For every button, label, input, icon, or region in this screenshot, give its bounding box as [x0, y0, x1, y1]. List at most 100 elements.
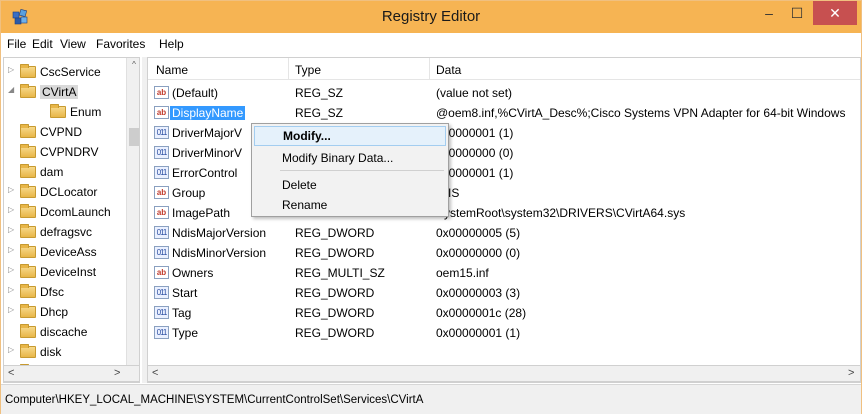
value-name: NdisMinorVersion: [172, 246, 267, 260]
scroll-thumb[interactable]: [129, 128, 139, 146]
list-row[interactable]: 011 NdisMinorVersion REG_DWORD 0x00000000 (…: [148, 243, 860, 263]
tree-vertical-scrollbar[interactable]: ^ v: [126, 58, 139, 382]
value-data: @oem8.inf,%CVirtA_Desc%;Cisco Systems VP…: [436, 106, 846, 120]
tree-item[interactable]: ▷ defragsvc: [4, 222, 126, 242]
tree-item-label: CVPND: [40, 125, 83, 139]
value-name: Tag: [172, 306, 192, 320]
context-menu: Modify... Modify Binary Data... Delete R…: [251, 123, 449, 217]
folder-icon: [20, 344, 36, 358]
dword-value-icon: 011: [154, 146, 169, 159]
list-horizontal-scrollbar[interactable]: < >: [147, 365, 861, 382]
menu-edit[interactable]: Edit: [32, 37, 53, 51]
context-menu-modify[interactable]: Modify...: [254, 126, 446, 146]
value-data: 0x00000005 (5): [436, 226, 521, 240]
tree-item-label: CVirtA: [40, 85, 79, 99]
list-row[interactable]: ab DisplayName REG_SZ @oem8.inf,%CVirtA_Des…: [148, 103, 860, 123]
column-divider[interactable]: [288, 58, 289, 80]
dword-value-icon: 011: [154, 166, 169, 179]
expand-arrow-icon[interactable]: ▷: [8, 305, 18, 314]
column-type[interactable]: Type: [295, 63, 321, 77]
string-value-icon: ab: [154, 106, 169, 119]
tree-item[interactable]: discache: [4, 322, 126, 342]
context-menu-delete[interactable]: Delete: [254, 175, 446, 195]
value-data: (value not set): [436, 86, 513, 100]
value-data: SystemRoot\system32\DRIVERS\CVirtA64.sys: [436, 206, 686, 220]
scroll-right-arrow[interactable]: >: [848, 367, 854, 379]
tree-item[interactable]: ▷ DeviceInst: [4, 262, 126, 282]
expand-arrow-icon[interactable]: ◢: [8, 85, 18, 94]
list-row[interactable]: ab Owners REG_MULTI_SZ oem15.inf: [148, 263, 860, 283]
tree-item-label: CVPNDRV: [40, 145, 99, 159]
dword-value-icon: 011: [154, 286, 169, 299]
expand-arrow-icon[interactable]: ▷: [8, 65, 18, 74]
title-bar: Registry Editor – ☐ ✕: [1, 1, 861, 33]
tree-item[interactable]: CVPND: [4, 122, 126, 142]
dword-value-icon: 011: [154, 226, 169, 239]
value-name: ErrorControl: [172, 166, 238, 180]
value-data: 0x0000001c (28): [436, 306, 527, 320]
tree-item[interactable]: ▷ DcomLaunch: [4, 202, 126, 222]
tree-item-label: Dfsc: [40, 285, 64, 299]
list-header: Name Type Data: [148, 58, 860, 80]
context-menu-rename[interactable]: Rename: [254, 195, 446, 215]
scroll-left-arrow[interactable]: <: [152, 367, 158, 379]
expand-arrow-icon[interactable]: ▷: [8, 205, 18, 214]
tree-item[interactable]: CVPNDRV: [4, 142, 126, 162]
expand-arrow-icon[interactable]: ▷: [8, 245, 18, 254]
dword-value-icon: 011: [154, 306, 169, 319]
column-divider[interactable]: [429, 58, 430, 80]
tree-item[interactable]: Enum: [4, 102, 126, 122]
tree-item-label: Enum: [70, 105, 102, 119]
key-tree-pane[interactable]: ▷ CscService ◢ CVirtA Enum CVPND CVPNDRV dam ▷ DC…: [3, 57, 140, 383]
window-title: Registry Editor: [381, 8, 481, 25]
tree-horizontal-scrollbar[interactable]: < >: [3, 365, 140, 382]
value-type: REG_DWORD: [295, 326, 375, 340]
expand-arrow-icon[interactable]: ▷: [8, 185, 18, 194]
tree-item[interactable]: ▷ Dhcp: [4, 302, 126, 322]
value-name: Type: [172, 326, 199, 340]
expand-arrow-icon[interactable]: ▷: [8, 265, 18, 274]
expand-arrow-icon[interactable]: ▷: [8, 285, 18, 294]
minimize-button[interactable]: –: [756, 1, 782, 25]
folder-icon: [20, 84, 36, 98]
scroll-left-arrow[interactable]: <: [8, 367, 14, 379]
value-name: Owners: [172, 266, 214, 280]
tree-item[interactable]: ◢ CVirtA: [4, 82, 126, 102]
list-row[interactable]: 011 NdisMajorVersion REG_DWORD 0x00000005 (…: [148, 223, 860, 243]
expand-arrow-icon[interactable]: ▷: [8, 345, 18, 354]
tree-item-label: DeviceAss: [40, 245, 97, 259]
dword-value-icon: 011: [154, 326, 169, 339]
close-button[interactable]: ✕: [813, 1, 857, 25]
list-row[interactable]: 011 Type REG_DWORD 0x00000001 (1): [148, 323, 860, 343]
list-row[interactable]: 011 Start REG_DWORD 0x00000003 (3): [148, 283, 860, 303]
context-menu-modify-binary[interactable]: Modify Binary Data...: [254, 148, 446, 168]
value-type: REG_DWORD: [295, 226, 375, 240]
menu-view[interactable]: View: [60, 37, 86, 51]
list-row[interactable]: ab (Default) REG_SZ (value not set): [148, 83, 860, 103]
value-data: 0x00000000 (0): [436, 246, 521, 260]
value-type: REG_MULTI_SZ: [295, 266, 385, 280]
tree-item[interactable]: ▷ DeviceAss: [4, 242, 126, 262]
menu-file[interactable]: File: [7, 37, 26, 51]
tree-item[interactable]: ▷ Dfsc: [4, 282, 126, 302]
maximize-button[interactable]: ☐: [784, 1, 810, 25]
values-list-pane[interactable]: Name Type Data ab (Default) REG_SZ (value n…: [147, 57, 861, 383]
tree-item[interactable]: ▷ disk: [4, 342, 126, 362]
tree-item[interactable]: ▷ DCLocator: [4, 182, 126, 202]
value-type: REG_DWORD: [295, 286, 375, 300]
expand-arrow-icon[interactable]: ▷: [8, 225, 18, 234]
tree-item[interactable]: ▷ CscService: [4, 62, 126, 82]
tree-item[interactable]: dam: [4, 162, 126, 182]
column-name[interactable]: Name: [156, 63, 188, 77]
scroll-right-arrow[interactable]: >: [114, 367, 120, 379]
menu-favorites[interactable]: Favorites: [96, 37, 145, 51]
scroll-up-arrow[interactable]: ^: [127, 60, 139, 69]
dword-value-icon: 011: [154, 126, 169, 139]
string-value-icon: ab: [154, 206, 169, 219]
list-row[interactable]: 011 Tag REG_DWORD 0x0000001c (28): [148, 303, 860, 323]
column-data[interactable]: Data: [436, 63, 461, 77]
menu-help[interactable]: Help: [159, 37, 184, 51]
value-name: DriverMajorV: [172, 126, 243, 140]
string-value-icon: ab: [154, 266, 169, 279]
folder-icon: [20, 164, 36, 178]
